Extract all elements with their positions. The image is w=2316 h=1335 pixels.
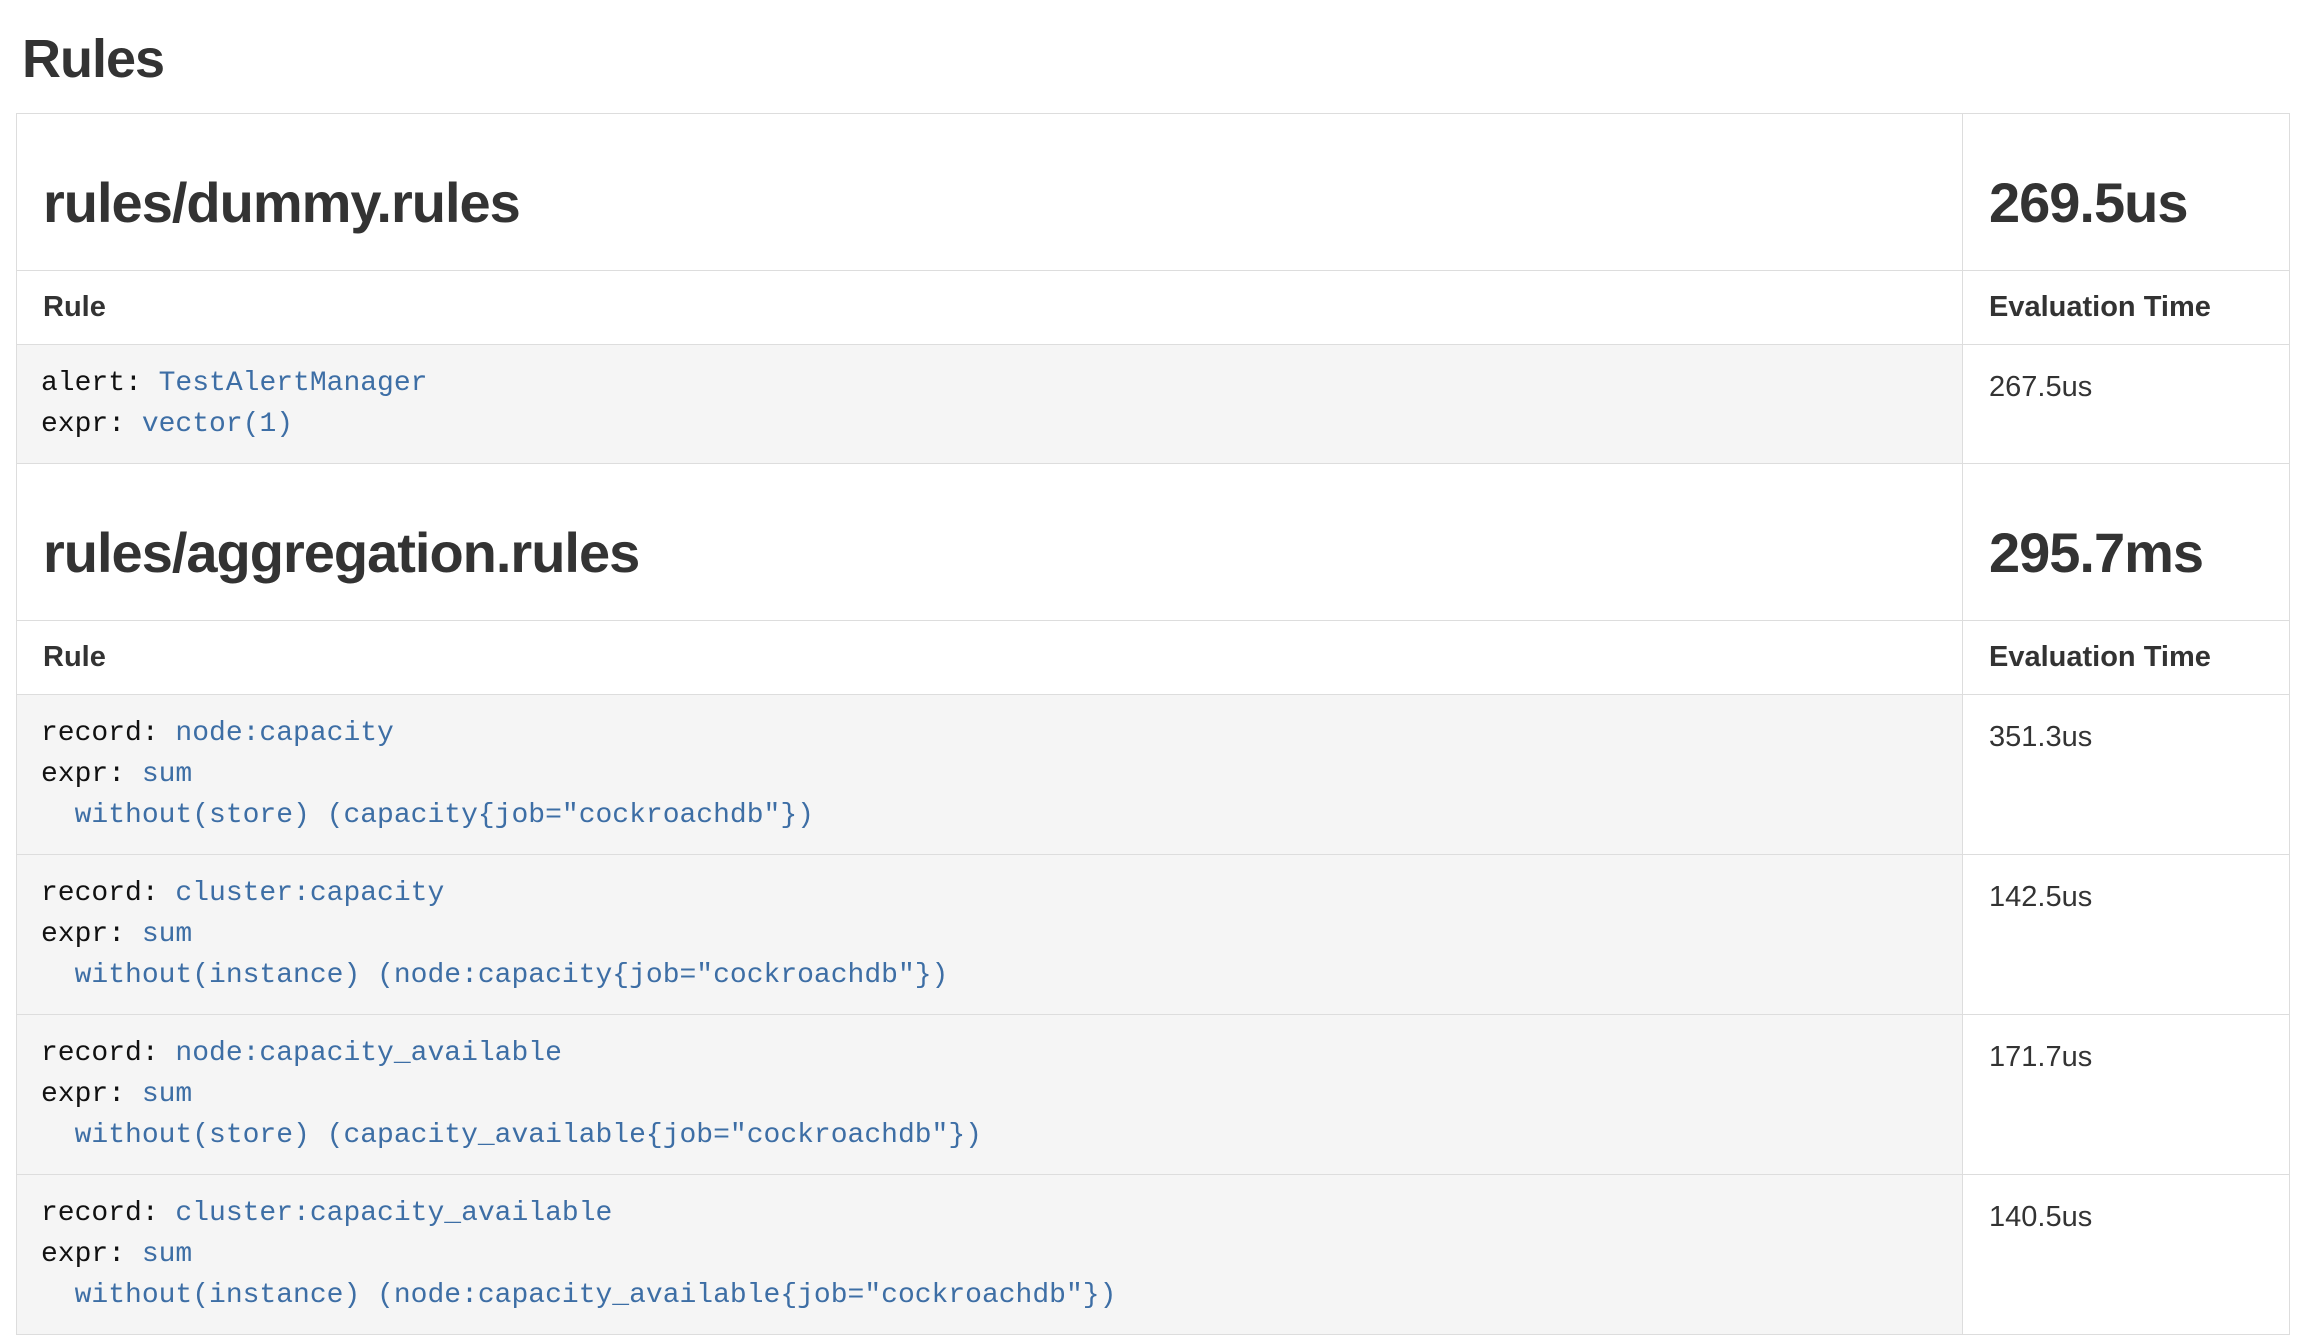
rule-definition-cell: record: node:capacity expr: sum without(…	[17, 695, 1963, 855]
rule-group-eval-time-cell: 269.5us	[1963, 114, 2290, 271]
rule-group-file: rules/dummy.rules	[43, 172, 1936, 234]
rule-column-header: Rule	[17, 271, 1963, 345]
rule-definition: record: node:capacity expr: sum without(…	[17, 695, 1962, 854]
rule-group-header-row: rules/aggregation.rules 295.7ms	[17, 464, 2290, 621]
column-header-row: Rule Evaluation Time	[17, 271, 2290, 345]
rule-link[interactable]: sum	[142, 919, 192, 950]
rule-column-header: Rule	[17, 621, 1963, 695]
rule-evaluation-time: 171.7us	[1963, 1015, 2290, 1175]
rule-group-file-cell: rules/aggregation.rules	[17, 464, 1963, 621]
rule-link[interactable]: sum	[142, 759, 192, 790]
rule-row: record: node:capacity expr: sum without(…	[17, 695, 2290, 855]
rule-link[interactable]: vector(1)	[142, 409, 293, 440]
rule-definition: record: node:capacity_available expr: su…	[17, 1015, 1962, 1174]
rule-link[interactable]: without(instance) (node:capacity_availab…	[41, 1280, 1116, 1311]
rule-row: alert: TestAlertManager expr: vector(1) …	[17, 345, 2290, 464]
rules-table: rules/dummy.rules 269.5us Rule Evaluatio…	[16, 113, 2290, 1335]
column-header-row: Rule Evaluation Time	[17, 621, 2290, 695]
rule-keyword: record:	[41, 1198, 175, 1229]
rule-keyword: expr:	[41, 1079, 142, 1110]
rule-link[interactable]: node:capacity_available	[175, 1038, 561, 1069]
rule-evaluation-time: 140.5us	[1963, 1175, 2290, 1335]
rule-row: record: cluster:capacity_available expr:…	[17, 1175, 2290, 1335]
rule-keyword: expr:	[41, 759, 142, 790]
rule-group-header-row: rules/dummy.rules 269.5us	[17, 114, 2290, 271]
rule-evaluation-time: 142.5us	[1963, 855, 2290, 1015]
rule-group-eval-time-cell: 295.7ms	[1963, 464, 2290, 621]
rule-link[interactable]: node:capacity	[175, 718, 393, 749]
rule-link[interactable]: cluster:capacity_available	[175, 1198, 612, 1229]
rule-keyword: expr:	[41, 409, 142, 440]
rule-row: record: node:capacity_available expr: su…	[17, 1015, 2290, 1175]
rule-evaluation-time: 267.5us	[1963, 345, 2290, 464]
rule-evaluation-time: 351.3us	[1963, 695, 2290, 855]
rule-definition-cell: record: cluster:capacity_available expr:…	[17, 1175, 1963, 1335]
rule-link[interactable]: without(store) (capacity_available{job="…	[41, 1120, 982, 1151]
evaluation-time-column-header: Evaluation Time	[1963, 621, 2290, 695]
page-title: Rules	[22, 24, 2290, 94]
rule-row: record: cluster:capacity expr: sum witho…	[17, 855, 2290, 1015]
rule-definition-cell: record: cluster:capacity expr: sum witho…	[17, 855, 1963, 1015]
rule-definition: record: cluster:capacity expr: sum witho…	[17, 855, 1962, 1014]
rule-definition-cell: record: node:capacity_available expr: su…	[17, 1015, 1963, 1175]
rule-definition: record: cluster:capacity_available expr:…	[17, 1175, 1962, 1334]
rule-link[interactable]: TestAlertManager	[159, 368, 428, 399]
rule-definition: alert: TestAlertManager expr: vector(1)	[17, 345, 1962, 463]
rules-page: Rules rules/dummy.rules 269.5us Rule Eva…	[0, 0, 2316, 1335]
rule-keyword: record:	[41, 1038, 175, 1069]
rule-keyword: expr:	[41, 1239, 142, 1270]
rule-keyword: alert:	[41, 368, 159, 399]
rule-definition-cell: alert: TestAlertManager expr: vector(1)	[17, 345, 1963, 464]
rule-link[interactable]: without(instance) (node:capacity{job="co…	[41, 960, 948, 991]
rule-keyword: expr:	[41, 919, 142, 950]
rule-link[interactable]: sum	[142, 1239, 192, 1270]
rule-link[interactable]: sum	[142, 1079, 192, 1110]
rule-group-eval-time: 269.5us	[1989, 172, 2263, 234]
rule-link[interactable]: without(store) (capacity{job="cockroachd…	[41, 800, 814, 831]
rule-link[interactable]: cluster:capacity	[175, 878, 444, 909]
rule-keyword: record:	[41, 718, 175, 749]
rule-group-file: rules/aggregation.rules	[43, 522, 1936, 584]
rule-group-file-cell: rules/dummy.rules	[17, 114, 1963, 271]
evaluation-time-column-header: Evaluation Time	[1963, 271, 2290, 345]
rule-group-eval-time: 295.7ms	[1989, 522, 2263, 584]
rule-keyword: record:	[41, 878, 175, 909]
